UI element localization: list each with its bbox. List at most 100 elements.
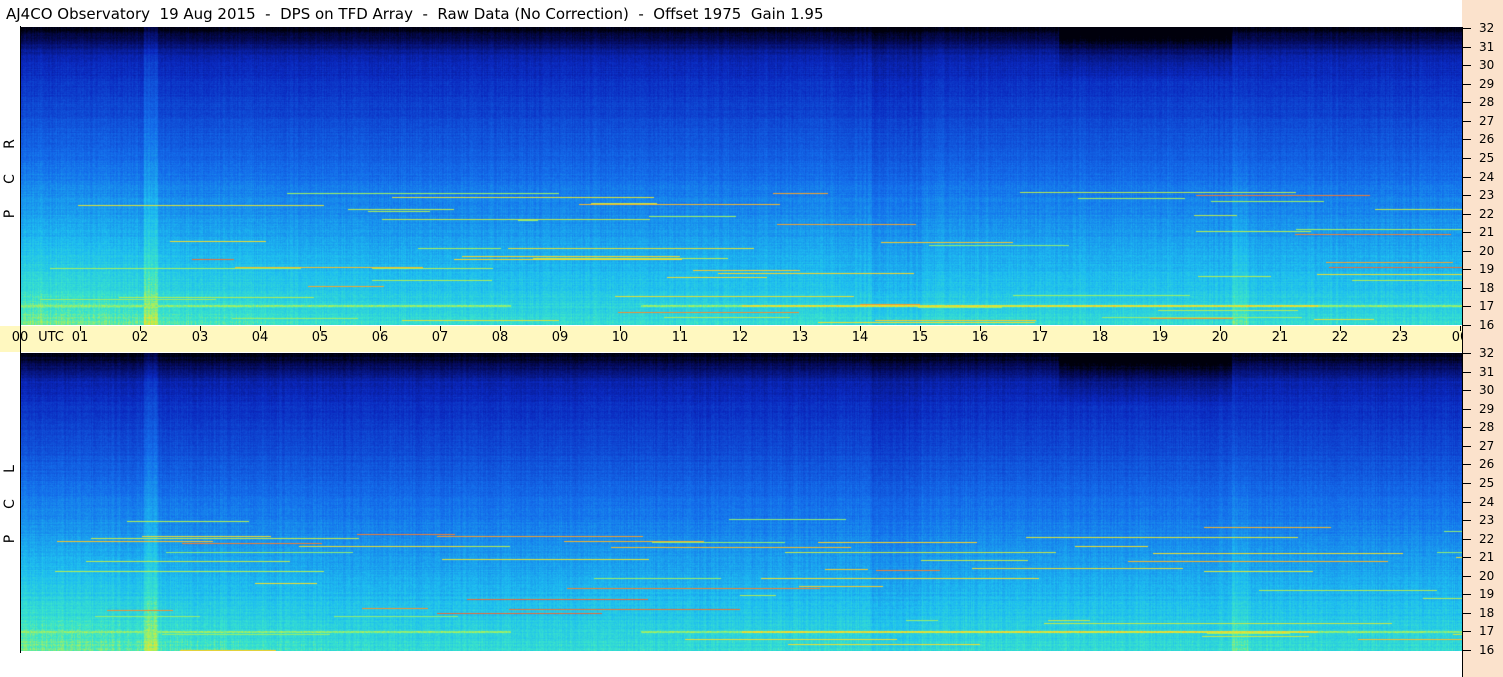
time-tick-label: 09 — [551, 330, 569, 345]
lcp-freq-tick-label: 19 — [1479, 587, 1495, 602]
time-tick-label: 10 — [611, 330, 629, 345]
rcp-freq-tick-label: 20 — [1479, 243, 1495, 258]
lcp-freq-tick-label: 21 — [1479, 550, 1495, 565]
lcp-freq-tick-mark — [1463, 353, 1471, 354]
time-tick-label: 05 — [311, 330, 329, 345]
lcp-spectrogram-canvas — [21, 353, 1462, 651]
rcp-freq-tick-label: 27 — [1479, 113, 1495, 128]
lcp-freq-tick-mark — [1463, 482, 1471, 484]
lcp_label-letter-1: C — [2, 499, 18, 509]
rcp-freq-tick-mark — [1463, 195, 1471, 197]
rcp-freq-tick-mark — [1463, 139, 1471, 141]
lcp-freq-tick-label: 16 — [1479, 643, 1495, 657]
lcp-freq-tick-mark — [1463, 557, 1471, 559]
rcp_label-letter-0: R — [2, 139, 18, 149]
time-axis: 00 01 02 03 04 05 06 07 08 09 10 11 12 13 14 15 16 17 18 19… — [0, 326, 1498, 352]
rcp-freq-tick-label: 28 — [1479, 95, 1495, 110]
time-tick-label: 19 — [1151, 330, 1169, 345]
lcp-freq-tick-label: 30 — [1479, 383, 1495, 398]
lcp-freq-tick-label: 25 — [1479, 475, 1495, 490]
lcp-freq-tick-label: 24 — [1479, 494, 1495, 509]
lcp-freq-tick-mark — [1463, 520, 1471, 522]
rcp-freq-tick-mark — [1463, 157, 1471, 159]
rcp-freq-tick-mark — [1463, 250, 1471, 252]
time-tick-label: 22 — [1331, 330, 1349, 345]
rcp-freq-tick-mark — [1463, 269, 1471, 271]
rcp-freq-tick-mark — [1463, 120, 1471, 122]
rcp-freq-tick-mark — [1463, 65, 1471, 67]
lcp-freq-tick-label: 32 — [1479, 346, 1495, 360]
time-unit-label: UTC — [38, 330, 64, 345]
lcp-freq-tick-label: 27 — [1479, 438, 1495, 453]
time-tick-label: 11 — [671, 330, 689, 345]
lcp-freq-tick-mark — [1463, 390, 1471, 392]
rcp-freq-tick-label: 23 — [1479, 188, 1495, 203]
time-tick-label: 08 — [491, 330, 509, 345]
rcp-freq-tick-mark — [1463, 232, 1471, 234]
time-tick-label: 04 — [251, 330, 269, 345]
lcp-freq-tick-mark — [1463, 538, 1471, 540]
rcp-spectrogram-canvas — [21, 27, 1462, 325]
rcp-freq-tick-mark — [1463, 102, 1471, 104]
rcp-freq-tick-mark — [1463, 325, 1471, 326]
lcp-freq-tick-label: 22 — [1479, 531, 1495, 546]
lcp-freq-tick-mark — [1463, 408, 1471, 410]
rcp-panel-label: R C P — [0, 27, 20, 327]
time-tick-label: 01 — [71, 330, 89, 345]
time-tick-label: 14 — [851, 330, 869, 345]
rcp-spectrogram — [21, 27, 1462, 325]
time-tick-label: 02 — [131, 330, 149, 345]
lcp-freq-tick-mark — [1463, 575, 1471, 577]
rcp-freq-tick-label: 22 — [1479, 206, 1495, 221]
lcp-freq-tick-label: 17 — [1479, 624, 1495, 639]
rcp-freq-tick-mark — [1463, 176, 1471, 178]
lcp-freq-tick-label: 28 — [1479, 420, 1495, 435]
lcp-freq-tick-label: 26 — [1479, 457, 1495, 472]
rcp-freq-tick-label: 24 — [1479, 169, 1495, 184]
lcp-freq-tick-label: 31 — [1479, 364, 1495, 379]
lcp-freq-tick-mark — [1463, 445, 1471, 447]
rcp-freq-tick-mark — [1463, 213, 1471, 215]
time-tick-label: 21 — [1271, 330, 1289, 345]
rcp_label-letter-1: C — [2, 174, 18, 184]
lcp-freq-tick-label: 29 — [1479, 401, 1495, 416]
lcp-freq-tick-mark — [1463, 427, 1471, 429]
rcp-freq-tick-label: 30 — [1479, 58, 1495, 73]
time-tick-label: 07 — [431, 330, 449, 345]
rcp-freq-tick-mark — [1463, 287, 1471, 289]
lcp-freq-tick-mark — [1463, 650, 1471, 651]
rcp-freq-tick-label: 16 — [1479, 318, 1495, 332]
lcp-freq-tick-mark — [1463, 594, 1471, 596]
rcp-freq-tick-mark — [1463, 306, 1471, 308]
time-tick-label: 16 — [971, 330, 989, 345]
rcp-freq-tick-label: 18 — [1479, 280, 1495, 295]
lcp-freq-tick-mark — [1463, 501, 1471, 503]
rcp-freq-tick-label: 29 — [1479, 76, 1495, 91]
time-tick-label: 17 — [1031, 330, 1049, 345]
lcp-freq-tick-label: 18 — [1479, 605, 1495, 620]
rcp-freq-tick-label: 25 — [1479, 150, 1495, 165]
time-tick-label: 15 — [911, 330, 929, 345]
chart-title: AJ4CO Observatory 19 Aug 2015 - DPS on T… — [6, 5, 824, 23]
lcp-freq-tick-label: 23 — [1479, 513, 1495, 528]
time-tick-label: 12 — [731, 330, 749, 345]
rcp-freq-tick-label: 17 — [1479, 299, 1495, 314]
rcp-freq-tick-label: 32 — [1479, 21, 1495, 35]
lcp-panel-label: L C P — [0, 352, 20, 652]
rcp-freq-tick-label: 21 — [1479, 225, 1495, 240]
lcp-freq-tick-mark — [1463, 464, 1471, 466]
time-tick-label: 03 — [191, 330, 209, 345]
lcp-freq-tick-mark — [1463, 371, 1471, 373]
rcp-frequency-axis: 32 31 30 29 28 27 26 25 24 23 22 21 20 19 18 17 16 — [1462, 22, 1503, 352]
lcp-freq-tick-mark — [1463, 631, 1471, 633]
rcp-freq-tick-label: 26 — [1479, 132, 1495, 147]
rcp-freq-tick-mark — [1463, 83, 1471, 85]
lcp-freq-tick-label: 20 — [1479, 568, 1495, 583]
rcp-freq-tick-label: 31 — [1479, 39, 1495, 54]
time-tick-label: 18 — [1091, 330, 1109, 345]
lcp-frequency-axis: 32 31 30 29 28 27 26 25 24 23 22 21 20 19 18 17 16 — [1462, 347, 1503, 677]
lcp-freq-tick-mark — [1463, 612, 1471, 614]
rcp-freq-tick-mark — [1463, 46, 1471, 48]
time-tick-label: 06 — [371, 330, 389, 345]
time-tick-label: 13 — [791, 330, 809, 345]
